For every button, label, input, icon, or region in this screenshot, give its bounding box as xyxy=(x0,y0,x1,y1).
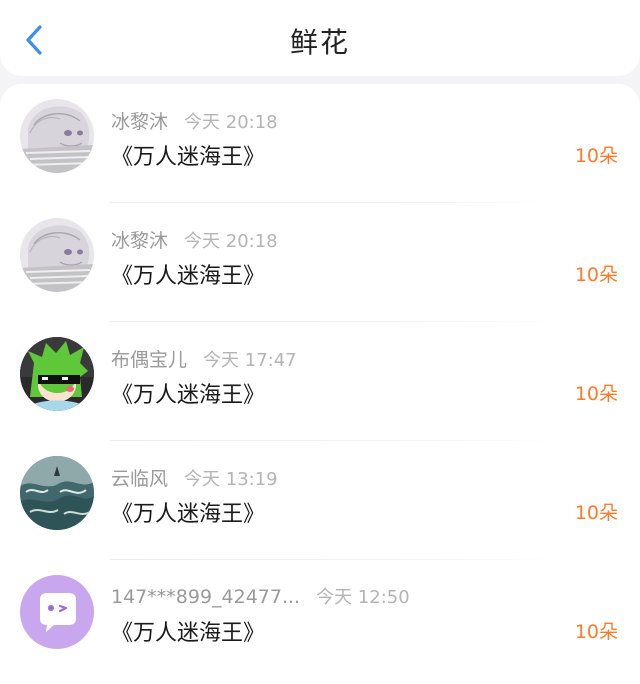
timestamp: 今天 20:18 xyxy=(184,231,278,252)
user-name[interactable]: 147***899_42477... xyxy=(111,586,300,608)
sketch-girl-avatar-icon xyxy=(20,99,94,173)
record-meta: 147***899_42477... 今天 12:50 xyxy=(111,583,410,609)
work-title[interactable]: 《万人迷海王》 xyxy=(111,496,265,528)
avatar[interactable] xyxy=(20,337,94,411)
flower-count: 10朵 xyxy=(574,264,618,286)
top-bar: 鲜花 xyxy=(0,0,640,76)
user-name[interactable]: 冰黎沐 xyxy=(111,230,168,252)
record-meta: 冰黎沐 今天 20:18 xyxy=(111,107,278,134)
work-title[interactable]: 《万人迷海王》 xyxy=(111,377,265,409)
record-meta: 布偶宝儿 今天 17:47 xyxy=(111,345,297,372)
avatar[interactable] xyxy=(20,218,94,292)
list-item[interactable]: 冰黎沐 今天 20:18 《万人迷海王》 10朵 xyxy=(0,84,640,203)
record-meta: 云临风 今天 13:19 xyxy=(111,464,278,491)
list-item[interactable]: 布偶宝儿 今天 17:47 《万人迷海王》 10朵 xyxy=(0,322,640,441)
record-meta: 冰黎沐 今天 20:18 xyxy=(111,226,278,253)
timestamp: 今天 17:47 xyxy=(203,350,297,371)
flower-count: 10朵 xyxy=(574,621,618,643)
list-item[interactable]: 云临风 今天 13:19 《万人迷海王》 10朵 xyxy=(0,441,640,560)
user-name[interactable]: 布偶宝儿 xyxy=(111,349,187,371)
avatar[interactable] xyxy=(20,456,94,530)
work-title[interactable]: 《万人迷海王》 xyxy=(111,139,265,171)
page-title: 鲜花 xyxy=(289,26,350,59)
list-item[interactable]: 147***899_42477... 今天 12:50 《万人迷海王》 10朵 xyxy=(0,560,640,679)
list-item[interactable]: 冰黎沐 今天 20:18 《万人迷海王》 10朵 xyxy=(0,203,640,322)
user-name[interactable]: 冰黎沐 xyxy=(111,111,168,133)
timestamp: 今天 12:50 xyxy=(316,587,410,608)
avatar[interactable] xyxy=(20,575,94,649)
green-hair-sunglasses-avatar-icon xyxy=(20,337,94,411)
flower-count: 10朵 xyxy=(574,145,618,167)
flower-count: 10朵 xyxy=(574,383,618,405)
sketch-girl-avatar-icon xyxy=(20,218,94,292)
flower-list: 冰黎沐 今天 20:18 《万人迷海王》 10朵 冰黎沐 今天 20:18 《万人迷… xyxy=(0,84,640,684)
timestamp: 今天 13:19 xyxy=(184,469,278,490)
work-title[interactable]: 《万人迷海王》 xyxy=(111,258,265,290)
default-chat-bubble-avatar-icon xyxy=(20,575,94,649)
timestamp: 今天 20:18 xyxy=(184,112,278,133)
flower-count: 10朵 xyxy=(574,502,618,524)
user-name[interactable]: 云临风 xyxy=(111,468,168,490)
avatar[interactable] xyxy=(20,99,94,173)
stormy-sea-avatar-icon xyxy=(20,456,94,530)
work-title[interactable]: 《万人迷海王》 xyxy=(111,615,265,647)
